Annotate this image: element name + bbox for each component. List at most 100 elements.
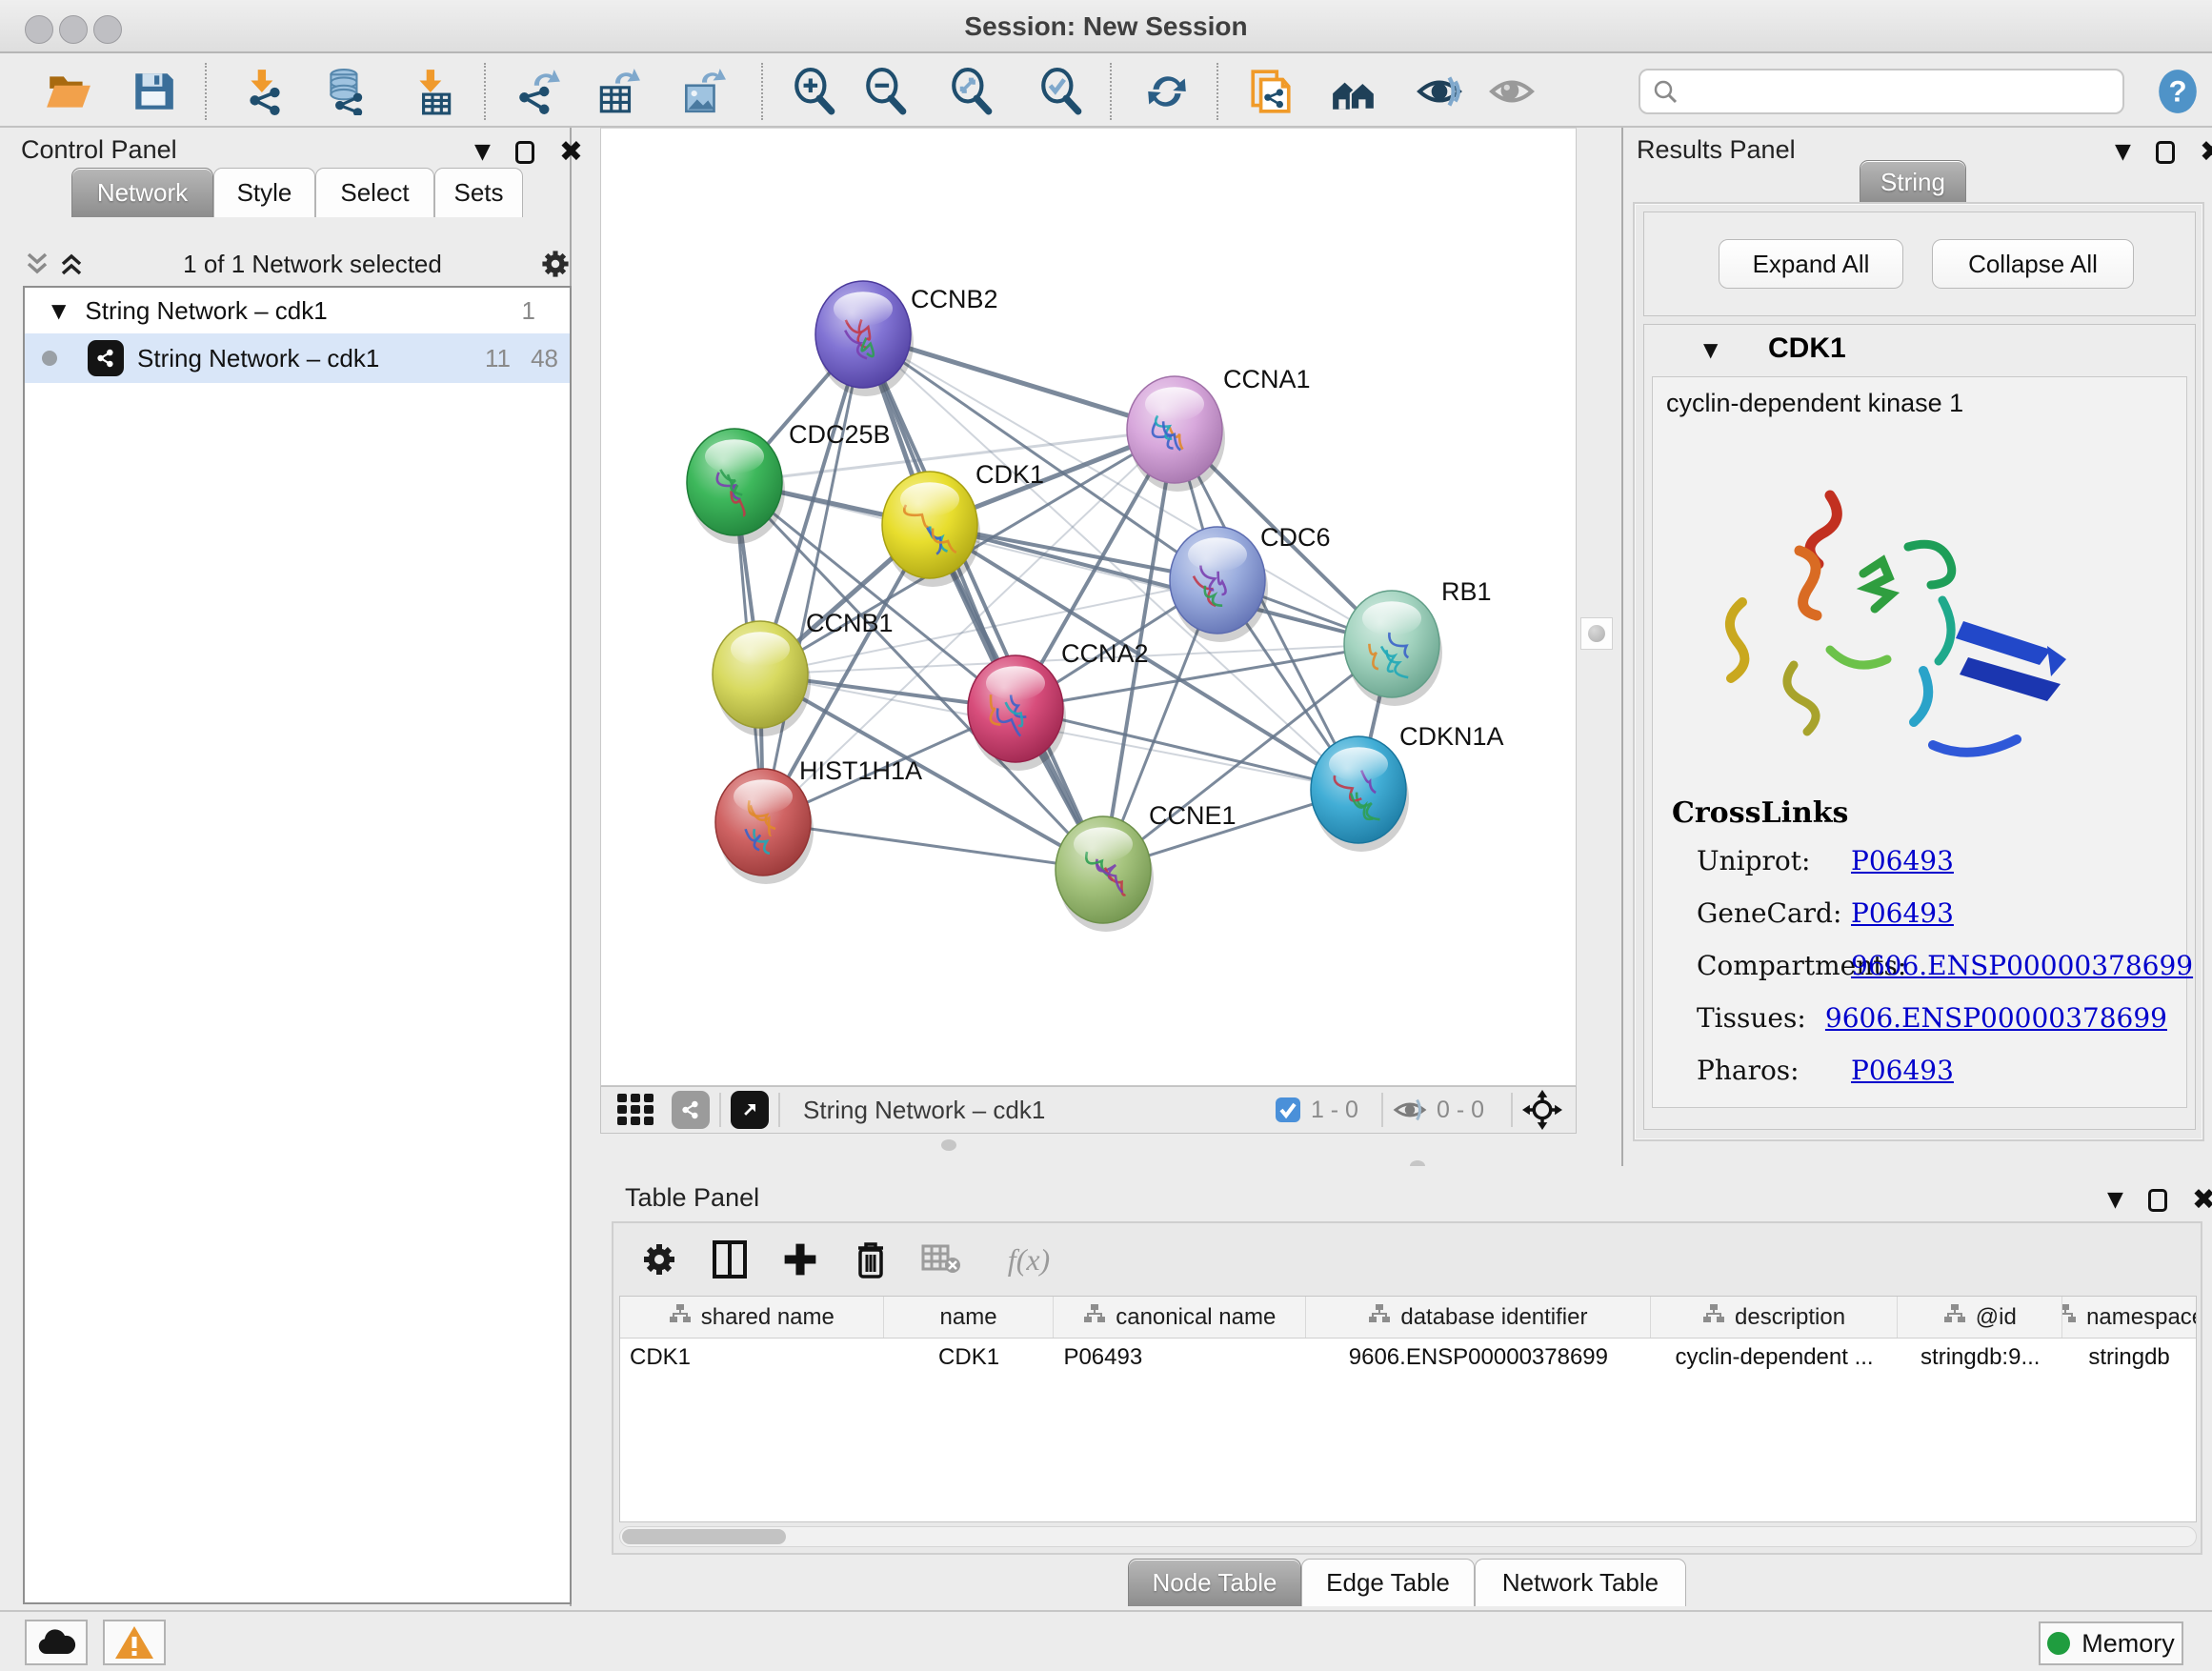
control-panel-title: Control Panel bbox=[21, 135, 177, 165]
help-button[interactable]: ? bbox=[2151, 65, 2204, 118]
table-settings-button[interactable] bbox=[636, 1237, 682, 1282]
import-network-database-button[interactable] bbox=[319, 65, 372, 118]
crosslink-link[interactable]: P06493 bbox=[1851, 1055, 1954, 1086]
tab-network-table[interactable]: Network Table bbox=[1475, 1559, 1686, 1606]
protein-node-cdkn1a[interactable]: CDKN1A bbox=[1311, 722, 1504, 852]
column-header-id[interactable]: @id bbox=[1898, 1297, 2062, 1338]
network-graph[interactable]: CCNB2CCNA1CDC25BCDK1CDC6RB1CCNB1CCNA2CDK… bbox=[601, 129, 1578, 1087]
save-floppy-icon bbox=[130, 68, 177, 115]
copy-network-button[interactable] bbox=[1244, 65, 1297, 118]
column-header-namespace[interactable]: namespace bbox=[2062, 1297, 2196, 1338]
network-canvas[interactable]: CCNB2CCNA1CDC25BCDK1CDC6RB1CCNB1CCNA2CDK… bbox=[600, 128, 1577, 1086]
tab-network[interactable]: Network bbox=[71, 168, 213, 217]
collection-label: String Network – cdk1 bbox=[85, 296, 327, 326]
import-network-file-button[interactable] bbox=[238, 65, 292, 118]
network-share-icon[interactable] bbox=[672, 1091, 710, 1129]
canvas-divider-handle[interactable] bbox=[941, 1139, 956, 1151]
show-columns-button[interactable] bbox=[707, 1237, 753, 1282]
expand-all-icon[interactable] bbox=[57, 251, 86, 277]
function-builder-button-disabled: f(x) bbox=[991, 1237, 1067, 1282]
import-network-database-icon bbox=[322, 68, 370, 115]
open-in-new-icon[interactable] bbox=[731, 1091, 769, 1129]
tab-style[interactable]: Style bbox=[213, 168, 315, 217]
open-session-button[interactable] bbox=[42, 65, 95, 118]
protein-node-ccne1[interactable]: CCNE1 bbox=[1056, 801, 1237, 932]
scrollbar-thumb[interactable] bbox=[622, 1529, 786, 1544]
export-image-button[interactable] bbox=[675, 65, 729, 118]
column-header-canonical-name[interactable]: canonical name bbox=[1054, 1297, 1306, 1338]
collapse-all-icon[interactable] bbox=[23, 251, 51, 277]
column-header-shared-name[interactable]: shared name bbox=[620, 1297, 884, 1338]
column-header-name[interactable]: name bbox=[884, 1297, 1055, 1338]
protein-node-hist1h1a[interactable]: HIST1H1A bbox=[715, 756, 922, 884]
gear-icon[interactable] bbox=[539, 248, 572, 280]
import-table-button[interactable] bbox=[407, 65, 460, 118]
protein-node-rb1[interactable]: RB1 bbox=[1344, 577, 1492, 706]
search-input[interactable] bbox=[1688, 77, 2122, 107]
panel-menu-icon[interactable]: ▼ bbox=[474, 140, 491, 164]
node-label-hist1h1a: HIST1H1A bbox=[799, 756, 922, 785]
protein-node-ccnb2[interactable]: CCNB2 bbox=[815, 281, 998, 396]
panel-close-icon[interactable]: ✖ bbox=[2200, 135, 2212, 169]
column-header-database-identifier[interactable]: database identifier bbox=[1306, 1297, 1651, 1338]
status-bar: Memory bbox=[0, 1610, 2212, 1671]
tab-node-table[interactable]: Node Table bbox=[1128, 1559, 1301, 1606]
zoom-out-button[interactable] bbox=[859, 65, 913, 118]
panel-close-icon[interactable]: ✖ bbox=[2192, 1183, 2212, 1217]
panel-float-icon[interactable] bbox=[2148, 1189, 2167, 1212]
cloud-icon bbox=[35, 1627, 77, 1658]
warnings-button[interactable] bbox=[103, 1620, 166, 1665]
show-hidden-button[interactable] bbox=[1485, 65, 1538, 118]
crosslink-link[interactable]: P06493 bbox=[1851, 897, 1954, 929]
network-row-selected[interactable]: String Network – cdk1 11 48 bbox=[25, 333, 570, 383]
zoom-fit-button[interactable] bbox=[945, 65, 998, 118]
add-column-button[interactable] bbox=[777, 1237, 823, 1282]
crosslink-link[interactable]: 9606.ENSP00000378699 bbox=[1851, 950, 2193, 981]
fit-selected-crosshair-icon[interactable] bbox=[1522, 1090, 1562, 1130]
node-table[interactable]: shared name name canonical name database… bbox=[619, 1296, 2197, 1522]
tab-edge-table[interactable]: Edge Table bbox=[1301, 1559, 1475, 1606]
control-panel-window-buttons: ▼ ✖ bbox=[474, 135, 583, 169]
crosslink-link[interactable]: P06493 bbox=[1851, 845, 1954, 876]
tab-sets[interactable]: Sets bbox=[434, 168, 523, 217]
birdseye-grid-icon[interactable] bbox=[616, 1093, 656, 1127]
panel-divider-handle[interactable] bbox=[1580, 617, 1613, 650]
table-horizontal-scrollbar[interactable] bbox=[619, 1526, 2197, 1547]
panel-menu-icon[interactable]: ▼ bbox=[2107, 1188, 2123, 1212]
hide-selected-button[interactable] bbox=[1413, 65, 1466, 118]
export-network-button[interactable] bbox=[512, 65, 565, 118]
delete-column-button[interactable] bbox=[848, 1237, 894, 1282]
zoom-in-button[interactable] bbox=[788, 65, 841, 118]
node-label-ccna2: CCNA2 bbox=[1061, 639, 1149, 668]
panel-float-icon[interactable] bbox=[2156, 141, 2175, 164]
help-icon: ? bbox=[2154, 68, 2202, 115]
crosslink-link[interactable]: 9606.ENSP00000378699 bbox=[1825, 1002, 2167, 1034]
panel-menu-icon[interactable]: ▼ bbox=[2115, 140, 2131, 164]
search-field[interactable] bbox=[1639, 69, 2124, 114]
network-collection-row[interactable]: ▼ String Network – cdk1 1 bbox=[25, 288, 570, 333]
protein-description: cyclin-dependent kinase 1 bbox=[1666, 389, 1963, 418]
expand-all-button[interactable]: Expand All bbox=[1719, 239, 1903, 289]
crosslinks-section: CrossLinks Uniprot: P06493 GeneCard: P06… bbox=[1672, 796, 2167, 1107]
show-all-button[interactable] bbox=[1327, 65, 1380, 118]
apply-layout-button[interactable] bbox=[1140, 65, 1194, 118]
panel-float-icon[interactable] bbox=[515, 141, 534, 164]
protein-disclosure-icon[interactable]: ▼ bbox=[1703, 338, 1718, 361]
cloud-status-button[interactable] bbox=[25, 1620, 88, 1665]
zoom-selected-button[interactable] bbox=[1035, 65, 1088, 118]
hidden-eye-slash-icon[interactable] bbox=[1393, 1096, 1427, 1124]
export-table-button[interactable] bbox=[591, 65, 644, 118]
memory-button[interactable]: Memory bbox=[2039, 1621, 2183, 1665]
tab-string[interactable]: String bbox=[1860, 160, 1966, 204]
table-row[interactable]: CDK1 CDK1 P06493 9606.ENSP00000378699 cy… bbox=[620, 1339, 2196, 1377]
protein-node-cdc6[interactable]: CDC6 bbox=[1170, 523, 1331, 642]
panel-close-icon[interactable]: ✖ bbox=[559, 135, 583, 169]
tab-select[interactable]: Select bbox=[315, 168, 434, 217]
selected-checkbox-icon[interactable] bbox=[1275, 1097, 1301, 1123]
protein-node-cdk1[interactable]: CDK1 bbox=[882, 460, 1044, 587]
save-session-button[interactable] bbox=[127, 65, 180, 118]
collection-disclosure-icon[interactable]: ▼ bbox=[51, 299, 66, 322]
column-header-description[interactable]: description bbox=[1651, 1297, 1899, 1338]
plus-icon bbox=[781, 1240, 819, 1278]
collapse-all-button[interactable]: Collapse All bbox=[1932, 239, 2134, 289]
